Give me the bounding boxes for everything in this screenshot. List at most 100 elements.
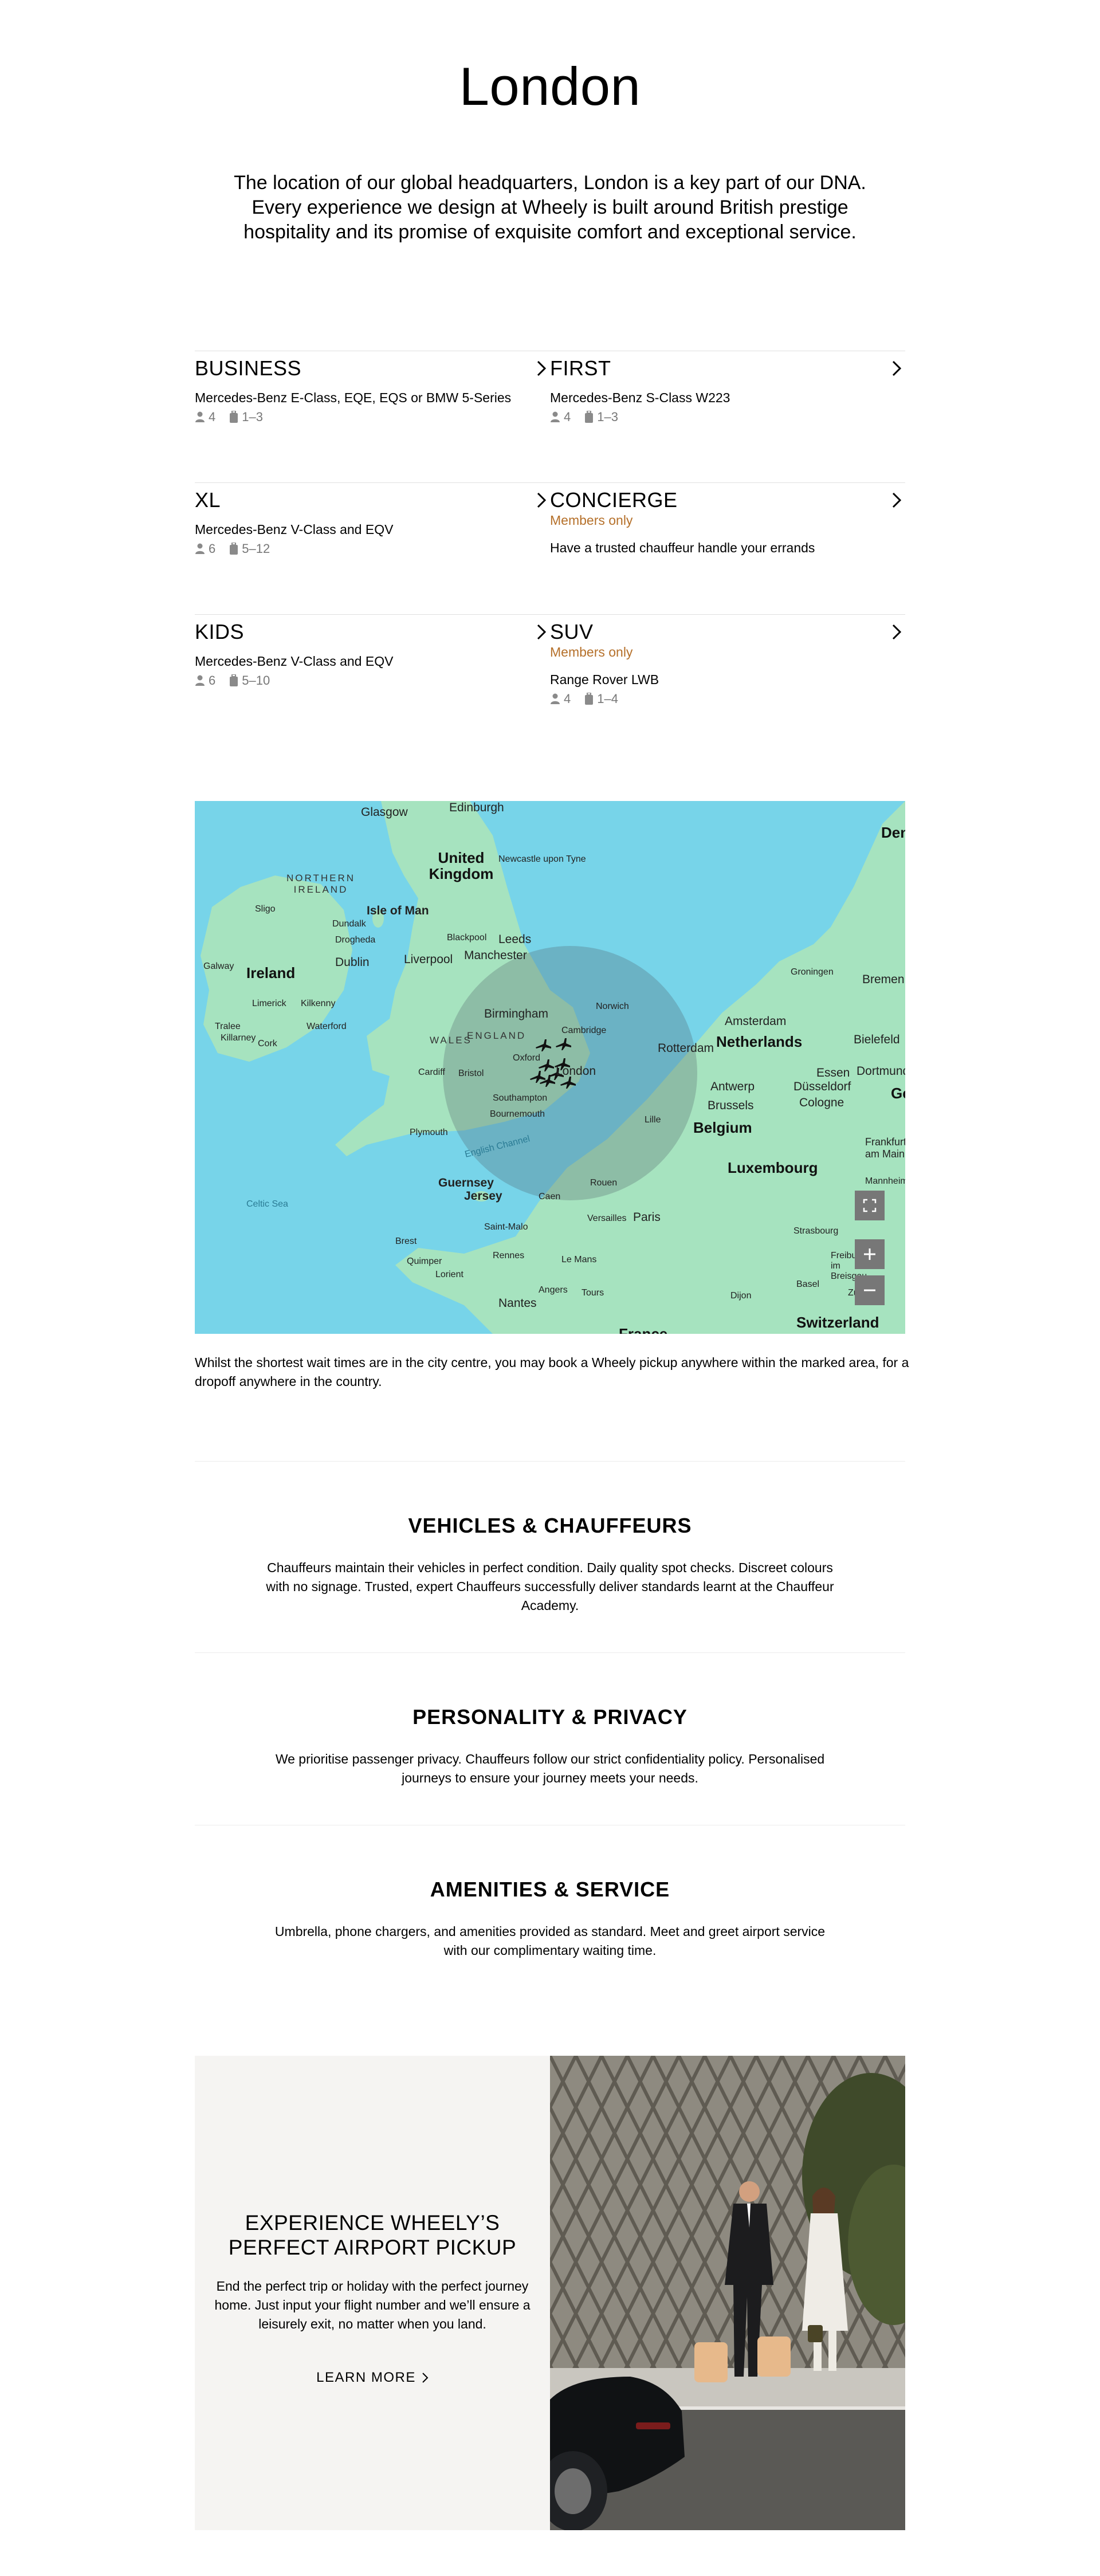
luggage-count: 1–3 [597, 410, 618, 424]
map-label-limerick: Limerick [252, 999, 286, 1008]
members-only-badge: Members only [550, 513, 633, 528]
map-label-bristol: Bristol [458, 1069, 484, 1078]
luggage-icon [229, 674, 238, 687]
map-label-ireland: Ireland [246, 964, 296, 981]
map-label-southampton: Southampton [493, 1093, 548, 1103]
map-label-tours: Tours [582, 1288, 604, 1298]
zoom-out-button[interactable] [855, 1275, 885, 1305]
map-label-oxford: Oxford [513, 1053, 541, 1063]
minus-icon [864, 1289, 875, 1291]
chevron-right-icon [888, 623, 905, 641]
class-name: CONCIERGE [550, 488, 678, 512]
class-kids[interactable]: KIDS Mercedes-Benz V-Class and EQV 6 5–1… [195, 614, 550, 735]
map-label-guernsey: Guernsey [438, 1176, 494, 1189]
promo-panel: EXPERIENCE WHEELY’S PERFECT AIRPORT PICK… [195, 2056, 550, 2530]
map-label-cologne: Cologne [799, 1096, 844, 1109]
luggage-icon [584, 411, 594, 423]
luggage-count: 1–4 [597, 692, 618, 706]
class-capacity: 6 5–12 [195, 541, 280, 556]
map-label-manchester: Manchester [464, 949, 527, 962]
zoom-in-button[interactable] [855, 1239, 885, 1269]
passenger-count: 6 [209, 673, 216, 688]
map-label-rennes: Rennes [493, 1251, 525, 1260]
class-description: Mercedes-Benz E-Class, EQE, EQS or BMW 5… [195, 390, 512, 405]
class-name: FIRST [550, 356, 611, 380]
passenger-icon [550, 693, 560, 705]
map-label-dusseldorf: Düsseldorf [793, 1080, 851, 1093]
chevron-right-icon [888, 360, 905, 377]
luggage-count: 5–10 [242, 673, 270, 688]
class-header[interactable]: SUV [550, 619, 905, 645]
feature-title-vehicles: VEHICLES & CHAUFFEURS [408, 1514, 692, 1537]
chevron-right-icon [533, 360, 550, 377]
map-label-germany: Ge [891, 1085, 905, 1102]
map-label-drogheda: Drogheda [335, 935, 376, 945]
fullscreen-button[interactable] [855, 1191, 885, 1220]
map-label-groningen: Groningen [791, 967, 834, 977]
map-label-liverpool: Liverpool [404, 953, 453, 966]
class-xl[interactable]: XL Mercedes-Benz V-Class and EQV 6 5–12 [195, 482, 550, 603]
class-description: Have a trusted chauffeur handle your err… [550, 540, 815, 555]
map-label-rouen: Rouen [590, 1178, 618, 1188]
feature-text-vehicles: Chauffeurs maintain their vehicles in pe… [266, 1560, 834, 1613]
class-capacity: 4 1–3 [550, 410, 628, 425]
map-label-strasbourg: Strasbourg [793, 1226, 839, 1236]
map-label-brussels: Brussels [708, 1099, 754, 1112]
class-first[interactable]: FIRST Mercedes-Benz S-Class W223 4 1–3 [550, 351, 905, 472]
map-label-kilkenny: Kilkenny [301, 999, 336, 1008]
map-label-leeds: Leeds [498, 933, 532, 946]
class-header[interactable]: XL [195, 488, 550, 513]
divider [195, 1652, 905, 1653]
photo-illustration [550, 2056, 905, 2530]
map-label-denmark: Den [881, 824, 905, 841]
class-header[interactable]: FIRST [550, 356, 905, 381]
chevron-right-icon [533, 492, 550, 509]
luggage-count: 1–3 [242, 410, 263, 424]
map-label-bielefeld: Bielefeld [854, 1033, 900, 1046]
class-header[interactable]: KIDS [195, 619, 550, 645]
map-label-netherlands: Netherlands [716, 1033, 803, 1050]
map-label-paris: Paris [633, 1211, 661, 1224]
map-label-northern-ireland: NORTHERN IRELAND [286, 873, 356, 895]
learn-more-link[interactable]: LEARN MORE [195, 2370, 550, 2386]
map-label-switzerland: Switzerland [796, 1314, 879, 1331]
passenger-icon [550, 411, 560, 423]
promo-text: End the perfect trip or holiday with the… [214, 2279, 531, 2331]
map-label-wales: WALES [430, 1035, 472, 1046]
map-label-dundalk: Dundalk [332, 919, 366, 929]
map-label-bournemouth: Bournemouth [490, 1109, 545, 1119]
map-label-rotterdam: Rotterdam [658, 1042, 714, 1055]
map-label-bremen: Bremen [862, 973, 905, 986]
class-concierge[interactable]: CONCIERGE Members only Have a trusted ch… [550, 482, 905, 603]
map-label-basel: Basel [796, 1279, 820, 1289]
map-label-france: France [619, 1325, 668, 1334]
map-label-versailles: Versailles [587, 1214, 627, 1223]
map-label-blackpool: Blackpool [447, 933, 487, 943]
class-name: XL [195, 488, 221, 512]
map-label-antwerp: Antwerp [710, 1080, 755, 1093]
class-name: KIDS [195, 620, 245, 643]
class-name: SUV [550, 620, 594, 643]
map-label-galway: Galway [203, 961, 234, 971]
map-label-cambridge: Cambridge [561, 1026, 607, 1035]
map-label-waterford: Waterford [307, 1022, 347, 1031]
passenger-count: 6 [209, 541, 216, 556]
luggage-icon [584, 693, 594, 705]
coverage-map[interactable]: Edinburgh Glasgow Newcastle upon Tyne Un… [195, 801, 905, 1334]
class-header[interactable]: CONCIERGE [550, 488, 905, 513]
map-label-angers: Angers [539, 1285, 568, 1295]
class-header[interactable]: BUSINESS [195, 356, 550, 381]
class-suv[interactable]: SUV Members only Range Rover LWB 4 1–4 [550, 614, 905, 735]
map-label-birmingham: Birmingham [484, 1007, 549, 1020]
map-label-luxembourg: Luxembourg [728, 1159, 818, 1176]
class-business[interactable]: BUSINESS Mercedes-Benz E-Class, EQE, EQS… [195, 351, 550, 472]
feature-text-privacy: We prioritise passenger privacy. Chauffe… [275, 1752, 825, 1785]
luggage-icon [229, 411, 238, 423]
map-label-dortmund: Dortmund [857, 1065, 905, 1078]
passenger-count: 4 [209, 410, 216, 424]
luggage-count: 5–12 [242, 541, 270, 556]
map-label-quimper: Quimper [407, 1256, 442, 1266]
map-label-dublin: Dublin [335, 956, 370, 969]
passenger-count: 4 [564, 692, 571, 706]
class-description: Range Rover LWB [550, 672, 659, 687]
